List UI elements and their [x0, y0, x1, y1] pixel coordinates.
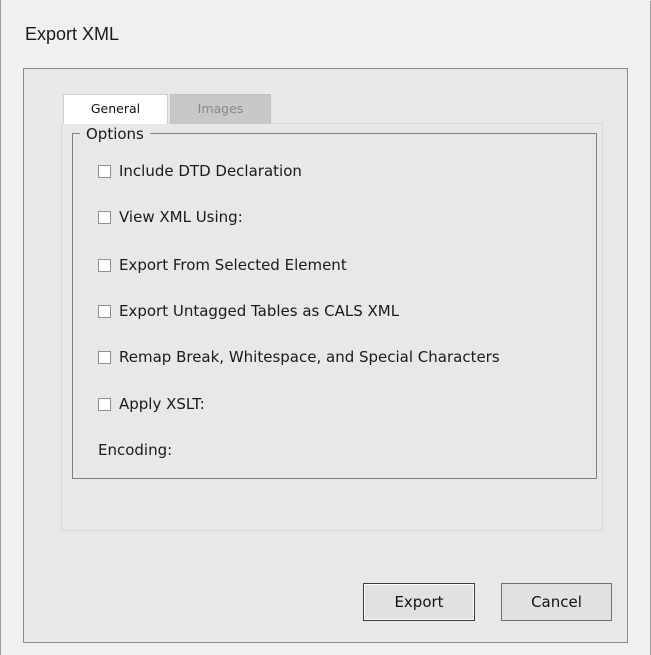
tab-images[interactable]: Images: [170, 94, 271, 124]
tab-general[interactable]: General: [63, 94, 168, 124]
options-group-label: Options: [80, 125, 150, 143]
export-button[interactable]: Export: [363, 583, 475, 621]
title-bar: Export XML: [1, 0, 650, 70]
dialog-client-area: General Images Options Include DTD Decla…: [23, 68, 628, 643]
export-xml-dialog: Export XML General Images Options Includ…: [0, 0, 651, 655]
cancel-button[interactable]: Cancel: [501, 583, 612, 621]
tab-panel-border: [61, 123, 603, 531]
dialog-title: Export XML: [25, 24, 120, 44]
